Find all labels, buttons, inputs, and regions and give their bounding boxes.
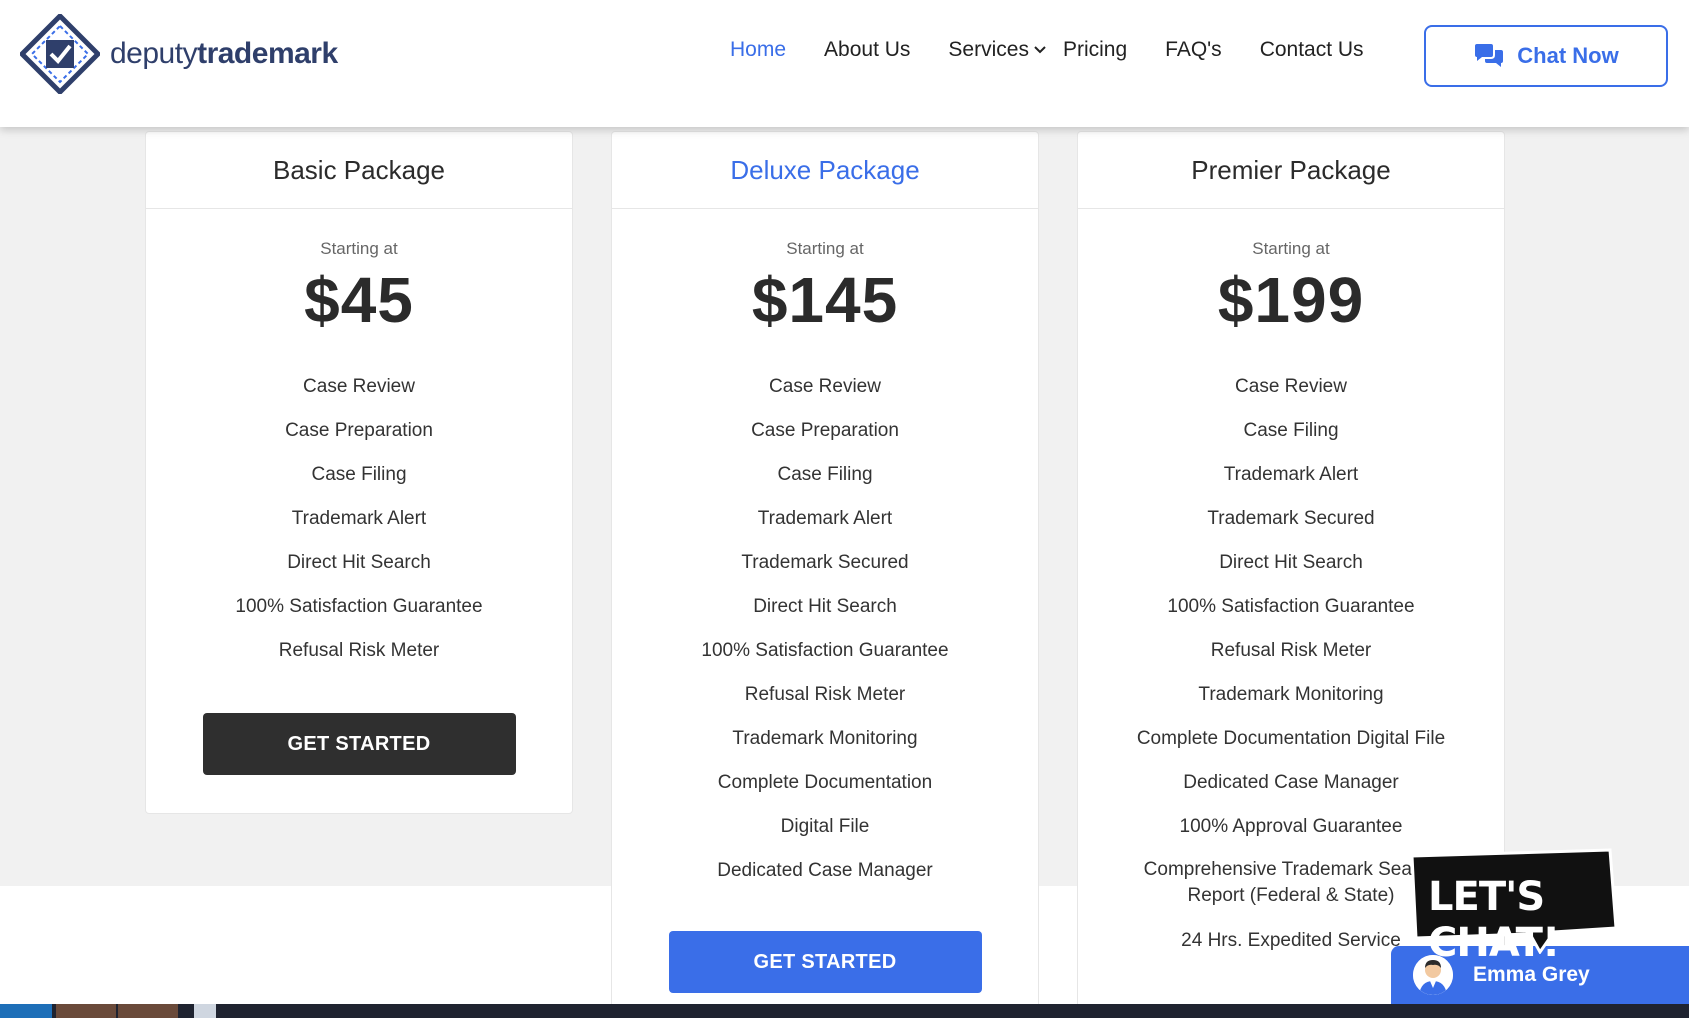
- feature-item: 100% Satisfaction Guarantee: [701, 640, 949, 661]
- feature-item: Trademark Secured: [1207, 508, 1375, 529]
- feature-item: Case Preparation: [285, 420, 433, 441]
- os-taskbar: [0, 1004, 1689, 1018]
- feature-item: Case Review: [769, 376, 881, 397]
- feature-item: Trademark Alert: [757, 508, 893, 529]
- starting-at-label: Starting at: [1252, 239, 1330, 258]
- taskbar-app[interactable]: [118, 1004, 178, 1018]
- nav-contact-us[interactable]: Contact Us: [1260, 38, 1364, 62]
- pricing-card-basic: Basic Package Starting at $45 Case Revie…: [145, 131, 573, 814]
- feature-item: Trademark Monitoring: [732, 728, 918, 749]
- get-started-button[interactable]: GET STARTED: [202, 713, 516, 775]
- feature-item: Trademark Alert: [1223, 464, 1359, 485]
- feature-item: Complete Documentation: [717, 772, 933, 793]
- feature-item: Case Preparation: [751, 420, 899, 441]
- start-button[interactable]: [0, 1004, 52, 1018]
- starting-at-label: Starting at: [786, 239, 864, 258]
- feature-item: Trademark Monitoring: [1198, 684, 1384, 705]
- nav-pricing[interactable]: Pricing: [1063, 38, 1127, 62]
- chat-now-label: Chat Now: [1517, 43, 1619, 68]
- package-title: Deluxe Package: [612, 132, 1038, 209]
- feature-item: Dedicated Case Manager: [717, 860, 933, 881]
- page: deputytrademark Home About Us Services P…: [0, 0, 1689, 1018]
- feature-item: 100% Satisfaction Guarantee: [1167, 596, 1415, 617]
- feature-item: Digital File: [780, 816, 870, 837]
- taskbar-app[interactable]: [194, 1004, 216, 1018]
- get-started-button[interactable]: GET STARTED: [668, 931, 982, 993]
- taskbar-app[interactable]: [56, 1004, 116, 1018]
- feature-item: Case Filing: [777, 464, 873, 485]
- nav-about-us[interactable]: About Us: [824, 38, 910, 62]
- feature-item: Complete Documentation Digital File: [1136, 728, 1446, 749]
- feature-item: 100% Approval Guarantee: [1179, 816, 1403, 837]
- brand-name: deputytrademark: [110, 37, 338, 70]
- package-price: $145: [751, 264, 899, 336]
- package-price: $45: [304, 264, 414, 336]
- feature-item: Case Filing: [1243, 420, 1339, 441]
- lets-chat-text: LET'S CHAT!: [1428, 874, 1560, 966]
- site-header: deputytrademark Home About Us Services P…: [0, 0, 1689, 127]
- agent-name: Emma Grey: [1473, 963, 1590, 986]
- chat-bubbles-icon: [1475, 44, 1504, 67]
- package-price: $199: [1217, 264, 1365, 336]
- nav-services-label: Services: [948, 38, 1029, 61]
- feature-list: Case Review Case Preparation Case Filing…: [146, 365, 572, 673]
- feature-item: Direct Hit Search: [753, 596, 897, 617]
- feature-item: Trademark Secured: [741, 552, 909, 573]
- main-nav: Home About Us Services Pricing FAQ's Con…: [730, 38, 1402, 62]
- feature-item: Direct Hit Search: [287, 552, 431, 573]
- feature-item: Trademark Alert: [291, 508, 427, 529]
- feature-item: Case Review: [1235, 376, 1347, 397]
- feature-item: Refusal Risk Meter: [278, 640, 440, 661]
- feature-item: 100% Satisfaction Guarantee: [235, 596, 483, 617]
- starting-at-label: Starting at: [320, 239, 398, 258]
- feature-item: Case Review: [303, 376, 415, 397]
- nav-home[interactable]: Home: [730, 38, 786, 62]
- logo[interactable]: deputytrademark: [18, 12, 338, 96]
- package-title: Premier Package: [1078, 132, 1504, 209]
- feature-item: Refusal Risk Meter: [1210, 640, 1372, 661]
- nav-services[interactable]: Services: [948, 38, 1047, 62]
- feature-item: Dedicated Case Manager: [1183, 772, 1399, 793]
- package-title: Basic Package: [146, 132, 572, 209]
- feature-item: Direct Hit Search: [1219, 552, 1363, 573]
- pricing-card-deluxe: Deluxe Package Starting at $145 Case Rev…: [611, 131, 1039, 1018]
- feature-item: Refusal Risk Meter: [744, 684, 906, 705]
- chevron-down-icon: [1034, 46, 1046, 54]
- nav-faqs[interactable]: FAQ's: [1165, 38, 1222, 62]
- feature-list: Case Review Case Preparation Case Filing…: [612, 365, 1038, 893]
- feature-item: Case Filing: [311, 464, 407, 485]
- chat-now-button[interactable]: Chat Now: [1424, 25, 1668, 87]
- lets-chat-bubble[interactable]: LET'S CHAT!: [1404, 846, 1620, 966]
- checkbox-diamond-icon: [18, 12, 102, 96]
